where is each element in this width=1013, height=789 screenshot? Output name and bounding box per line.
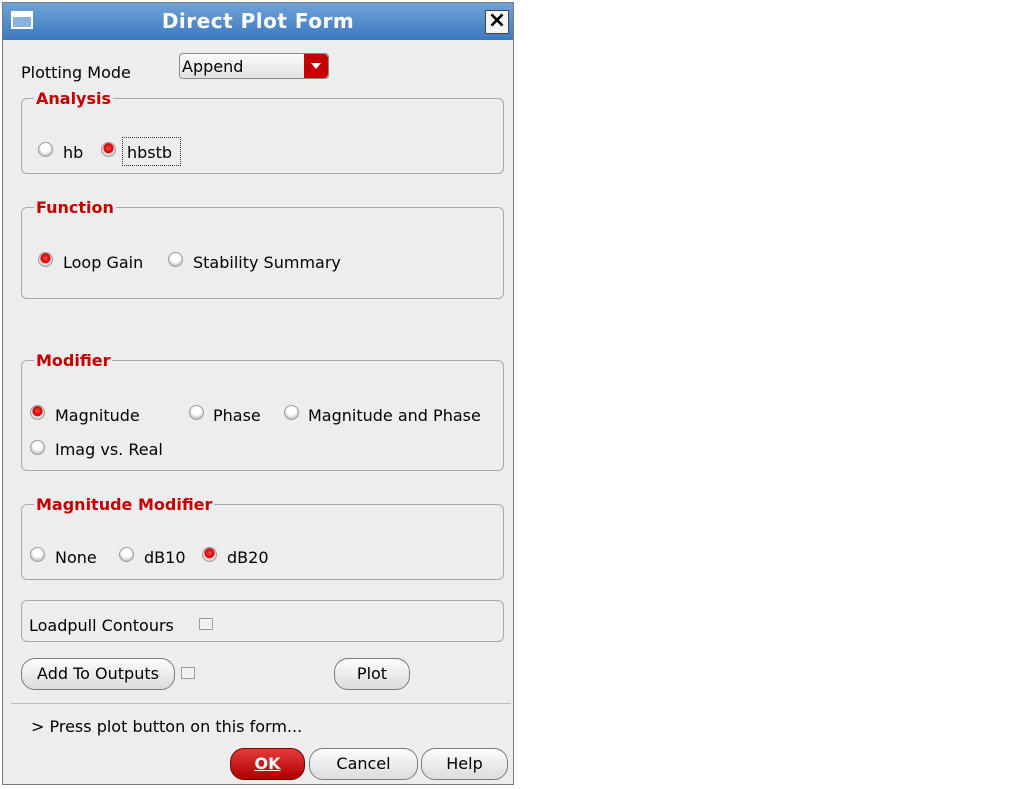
- function-legend: Function: [34, 198, 116, 217]
- window-title: Direct Plot Form: [161, 9, 355, 33]
- plotting-mode-label: Plotting Mode: [21, 63, 131, 82]
- help-button[interactable]: Help: [421, 748, 508, 780]
- radio-loop-gain[interactable]: [38, 252, 53, 267]
- radio-db20[interactable]: [202, 547, 217, 562]
- status-message: > Press plot button on this form...: [31, 717, 303, 736]
- cancel-button[interactable]: Cancel: [309, 748, 418, 780]
- radio-magnitude-and-phase[interactable]: [284, 405, 299, 420]
- radio-db20-label: dB20: [227, 548, 269, 567]
- chevron-down-icon[interactable]: [304, 54, 328, 78]
- radio-phase[interactable]: [189, 405, 204, 420]
- analysis-group: [21, 98, 504, 174]
- radio-hb[interactable]: [38, 142, 53, 157]
- radio-hbstb[interactable]: [101, 142, 116, 157]
- title-bar[interactable]: Direct Plot Form ×: [3, 3, 513, 40]
- loadpull-contours-label: Loadpull Contours: [29, 616, 174, 635]
- radio-loop-gain-label: Loop Gain: [63, 253, 144, 272]
- add-to-outputs-checkbox[interactable]: [181, 667, 195, 679]
- direct-plot-form-window: Direct Plot Form × Plotting Mode Append …: [2, 2, 514, 785]
- plotting-mode-select[interactable]: Append: [179, 53, 329, 79]
- add-to-outputs-button[interactable]: Add To Outputs: [21, 658, 175, 690]
- radio-none-label: None: [55, 548, 97, 567]
- plotting-mode-value: Append: [182, 57, 244, 76]
- radio-hbstb-label: hbstb: [127, 143, 173, 162]
- radio-magnitude-label: Magnitude: [55, 406, 140, 425]
- close-icon[interactable]: ×: [485, 10, 509, 34]
- divider: [11, 703, 511, 704]
- radio-phase-label: Phase: [213, 406, 261, 425]
- radio-magnitude-and-phase-label: Magnitude and Phase: [308, 406, 481, 425]
- ok-button[interactable]: OK: [230, 748, 305, 780]
- radio-hb-label: hb: [63, 143, 84, 162]
- radio-stability-summary[interactable]: [168, 252, 183, 267]
- radio-db10[interactable]: [119, 547, 134, 562]
- radio-imag-vs-real-label: Imag vs. Real: [55, 440, 163, 459]
- analysis-legend: Analysis: [34, 89, 114, 108]
- magnitude-modifier-legend: Magnitude Modifier: [34, 495, 215, 514]
- modifier-legend: Modifier: [34, 351, 113, 370]
- radio-stability-summary-label: Stability Summary: [193, 253, 341, 272]
- plot-button[interactable]: Plot: [334, 658, 410, 690]
- magnitude-modifier-group: [21, 504, 504, 580]
- radio-magnitude[interactable]: [30, 405, 45, 420]
- radio-none[interactable]: [30, 547, 45, 562]
- radio-imag-vs-real[interactable]: [30, 440, 45, 455]
- loadpull-contours-checkbox[interactable]: [199, 618, 213, 630]
- radio-db10-label: dB10: [144, 548, 186, 567]
